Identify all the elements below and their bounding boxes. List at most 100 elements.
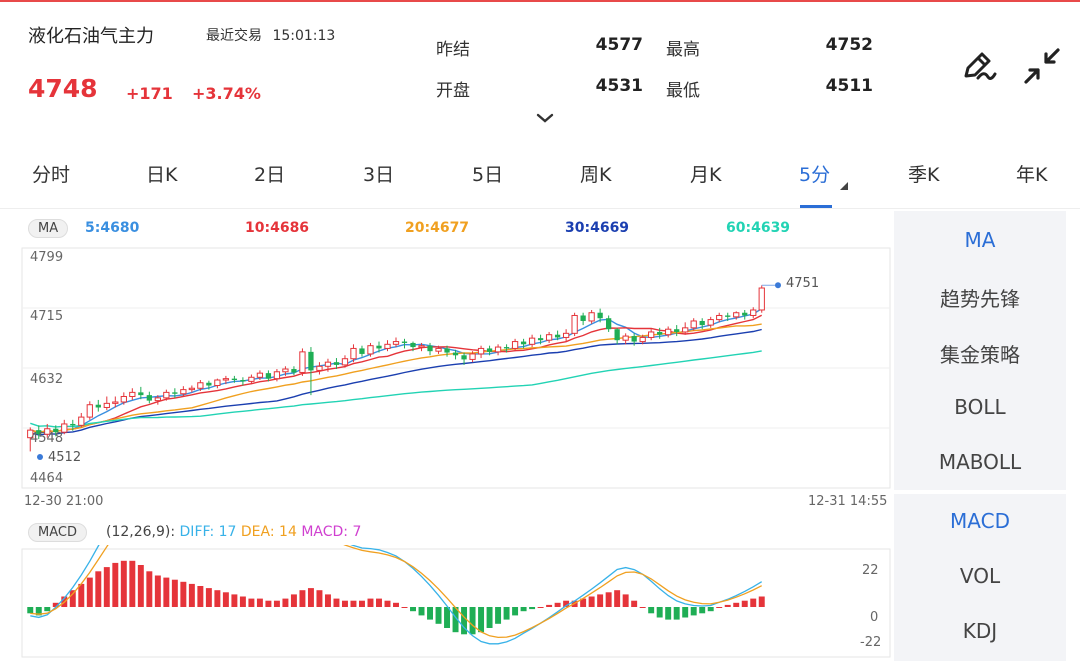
- macd-axis-label: 22: [862, 563, 879, 578]
- candles: [27, 282, 781, 460]
- tab-daily[interactable]: 日K: [146, 160, 177, 187]
- tab-intraday[interactable]: 分时: [32, 160, 70, 187]
- edit-pen-icon[interactable]: [958, 46, 998, 86]
- macd-bar: [648, 607, 655, 614]
- candle-body: [384, 343, 391, 349]
- candle-body: [562, 332, 570, 338]
- tab-quarterly[interactable]: 季K: [908, 160, 939, 187]
- macd-bar: [214, 590, 221, 607]
- tab-5min[interactable]: 5分: [799, 160, 830, 187]
- candle-body: [359, 348, 365, 354]
- macd-bar: [69, 590, 76, 607]
- macd-diff: DIFF: 17: [179, 524, 237, 540]
- ma-lines: [30, 308, 763, 436]
- candle-body: [614, 329, 620, 341]
- macd-bar: [316, 590, 323, 607]
- kline-chart[interactable]: [0, 240, 892, 495]
- candle-body: [674, 329, 680, 332]
- macd-bar: [401, 607, 408, 608]
- macd-bar: [256, 598, 263, 607]
- macd-histogram: [27, 560, 765, 635]
- candle-body: [95, 404, 101, 408]
- macd-bar: [273, 600, 280, 607]
- macd-bar: [324, 594, 331, 607]
- macd-bar: [78, 583, 85, 607]
- macd-bar: [707, 607, 714, 612]
- tab-2day[interactable]: 2日: [254, 160, 285, 187]
- tab-5day[interactable]: 5日: [472, 160, 503, 187]
- macd-params: (12,26,9):: [106, 524, 176, 540]
- collapse-arrows-icon[interactable]: [1022, 46, 1062, 86]
- macd-bar: [478, 607, 485, 633]
- macd-bar: [614, 590, 621, 607]
- candle-body: [172, 392, 178, 394]
- macd-bar: [231, 594, 238, 607]
- macd-bar: [95, 571, 102, 607]
- chevron-down-icon[interactable]: [536, 112, 554, 124]
- macd-bar: [376, 598, 382, 607]
- macd-bar: [529, 607, 536, 610]
- macd-axis-label: -22: [860, 635, 882, 650]
- candle-body: [606, 318, 612, 330]
- tab-weekly[interactable]: 周K: [580, 160, 611, 187]
- candle-body: [588, 312, 595, 322]
- candle-body: [545, 334, 553, 341]
- candle-body: [758, 287, 765, 311]
- ma-chip[interactable]: MA: [28, 219, 69, 238]
- candle-body: [690, 320, 697, 329]
- candle-body: [333, 362, 340, 365]
- low-marker-label: 4512: [48, 450, 82, 465]
- macd-bar: [427, 607, 433, 620]
- candle-body: [494, 346, 502, 353]
- candle-body: [256, 372, 264, 378]
- candle-body: [742, 312, 748, 316]
- macd-chart[interactable]: [0, 545, 892, 660]
- macd-bar: [512, 607, 519, 616]
- macd-bar: [537, 607, 544, 608]
- macd-bar: [486, 607, 493, 628]
- macd-bar: [359, 600, 365, 607]
- tab-monthly[interactable]: 月K: [690, 160, 721, 187]
- macd-bar: [503, 607, 510, 620]
- indicator-macd[interactable]: MACD: [894, 509, 1066, 533]
- indicator-gold-strategy[interactable]: 集金策略: [894, 339, 1066, 368]
- candle-body: [665, 328, 672, 336]
- candle-body: [129, 391, 136, 397]
- macd-chip[interactable]: MACD: [28, 523, 87, 542]
- indicator-boll[interactable]: BOLL: [894, 395, 1066, 419]
- macd-bar: [622, 594, 629, 607]
- quote-value-low: 4511: [825, 76, 873, 96]
- macd-bar: [367, 598, 374, 607]
- macd-dea: DEA: 14: [240, 524, 297, 540]
- macd-bar: [741, 600, 748, 607]
- macd-bar: [44, 607, 51, 612]
- macd-bar: [639, 607, 646, 608]
- period-tabs: 分时 日K 2日 3日 5日 周K 月K 5分 季K 年K: [0, 150, 1080, 198]
- last-trade-time: 15:01:13: [272, 28, 336, 44]
- ma60-value: 60:4639: [726, 220, 791, 236]
- indicator-vol[interactable]: VOL: [894, 564, 1066, 588]
- time-axis-end: 12-31 14:55: [808, 494, 888, 509]
- indicator-maboll[interactable]: MABOLL: [894, 450, 1066, 474]
- kline-grid: [21, 247, 891, 489]
- tab-3day[interactable]: 3日: [363, 160, 394, 187]
- indicator-ma[interactable]: MA: [894, 228, 1066, 252]
- period-caret-icon[interactable]: [840, 182, 848, 190]
- macd-bar: [188, 583, 195, 607]
- candle-body: [750, 309, 757, 316]
- indicator-trend-pioneer[interactable]: 趋势先锋: [894, 283, 1066, 312]
- candle-body: [70, 423, 76, 426]
- tab-yearly[interactable]: 年K: [1016, 160, 1047, 187]
- ma5-value: 5:4680: [85, 220, 140, 236]
- indicator-kdj[interactable]: KDJ: [894, 619, 1066, 643]
- price-change-pct: +3.74%: [192, 84, 261, 103]
- candle-body: [622, 335, 629, 341]
- macd-bar: [716, 607, 723, 608]
- candle-body: [163, 391, 170, 399]
- macd-bar: [597, 594, 604, 607]
- indicator-panel: [894, 211, 1066, 661]
- candle-body: [639, 336, 646, 343]
- quote-value-open: 4531: [595, 76, 643, 96]
- quote-value-prev-settle: 4577: [595, 35, 643, 55]
- macd-bar: [350, 600, 357, 607]
